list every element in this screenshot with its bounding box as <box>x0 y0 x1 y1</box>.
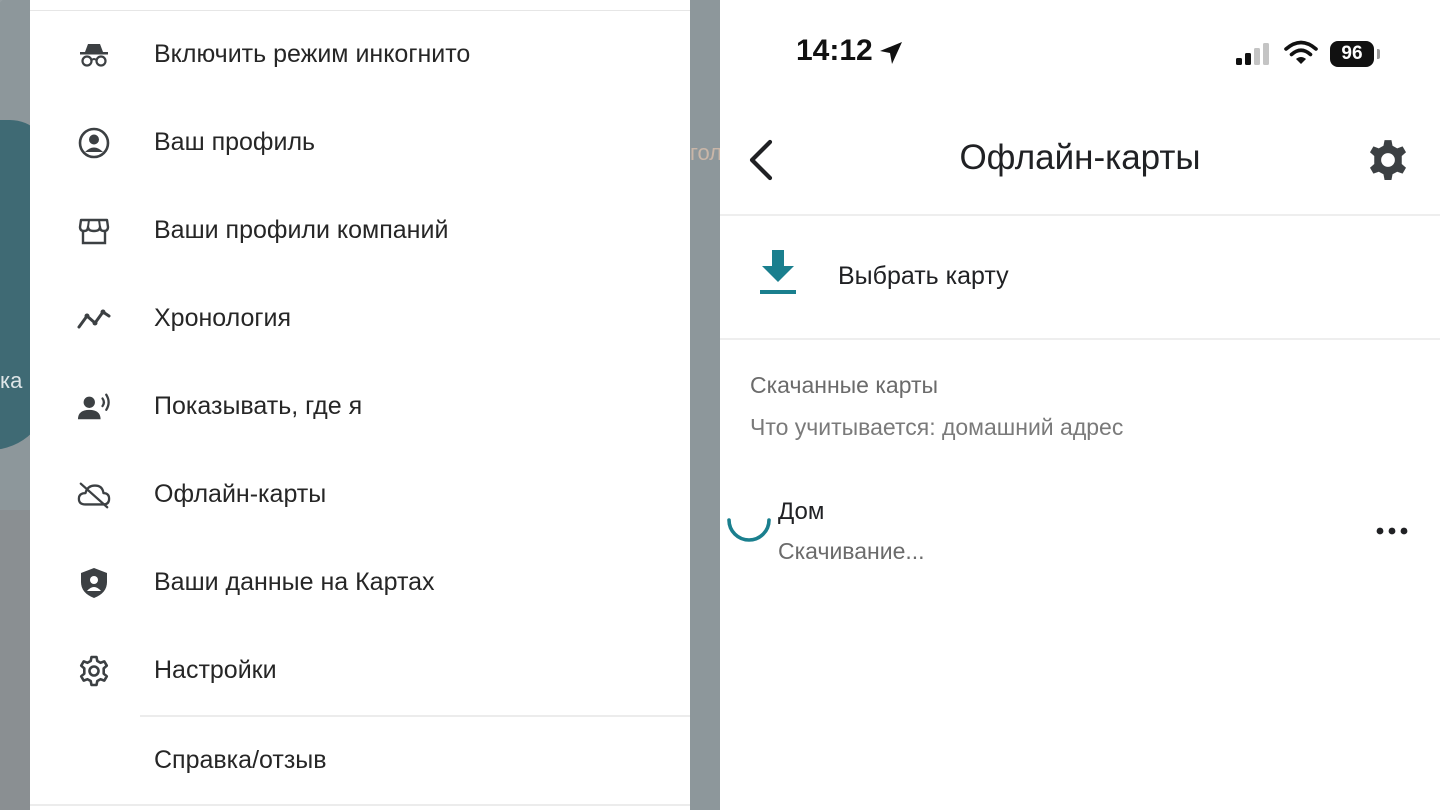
settings-button[interactable] <box>1366 138 1410 182</box>
timeline-icon <box>77 302 111 336</box>
menu-item-your-data[interactable]: Ваши данные на Картах <box>30 552 690 612</box>
more-options-button[interactable] <box>1370 516 1414 546</box>
left-panel: гол ка Включить режим инкогнито Ваш проф… <box>0 0 720 810</box>
battery-icon: 96 <box>1330 41 1374 67</box>
select-map-label: Выбрать карту <box>838 262 1009 290</box>
map-status: Скачивание... <box>778 538 925 564</box>
incognito-icon <box>77 38 111 72</box>
wifi-icon <box>1284 40 1318 71</box>
divider <box>720 338 1440 340</box>
menu-item-label: Показывать, где я <box>154 391 363 420</box>
select-map-button[interactable]: Выбрать карту <box>720 218 1440 336</box>
menu-item-timeline[interactable]: Хронология <box>30 288 690 348</box>
menu-item-label: Ваши профили компаний <box>154 215 449 244</box>
gear-icon <box>1366 140 1410 186</box>
menu-item-label: Ваши данные на Картах <box>154 567 435 596</box>
section-subtitle: Что учитывается: домашний адрес <box>750 414 1124 440</box>
battery-nub <box>1377 49 1380 59</box>
map-name: Дом <box>778 498 825 525</box>
menu-item-label: Хронология <box>154 303 292 332</box>
map-label: гол <box>690 140 720 165</box>
divider <box>30 804 690 806</box>
menu-item-label: Включить режим инкогнито <box>154 39 471 68</box>
page-title: Офлайн-карты <box>959 138 1201 177</box>
section-title: Скачанные карты <box>750 372 939 398</box>
menu-item-help-feedback[interactable]: Справка/отзыв <box>30 730 690 790</box>
menu-item-label: Настройки <box>154 655 277 684</box>
download-progress-spinner-icon <box>726 516 772 557</box>
cloud-off-icon <box>77 478 111 512</box>
downloaded-map-row[interactable]: Дом Скачивание... <box>720 490 1440 570</box>
menu-item-label: Справка/отзыв <box>154 745 327 774</box>
more-horizontal-icon <box>1370 527 1414 550</box>
menu-item-profile[interactable]: Ваш профиль <box>30 112 690 172</box>
divider <box>720 214 1440 216</box>
account-circle-icon <box>77 126 111 160</box>
location-sharing-icon <box>77 390 111 424</box>
navigation-drawer: Включить режим инкогнито Ваш профиль Ваш… <box>30 0 690 810</box>
menu-item-location-sharing[interactable]: Показывать, где я <box>30 376 690 436</box>
menu-item-offline-maps[interactable]: Офлайн-карты <box>30 464 690 524</box>
storefront-icon <box>77 214 111 248</box>
menu-item-incognito[interactable]: Включить режим инкогнито <box>30 24 690 84</box>
location-arrow-icon <box>878 40 904 71</box>
divider <box>30 10 690 11</box>
divider <box>140 715 690 717</box>
map-label: ка <box>0 368 23 393</box>
gear-icon <box>77 654 111 688</box>
menu-item-label: Ваш профиль <box>154 127 316 156</box>
menu-item-settings[interactable]: Настройки <box>30 640 690 700</box>
cellular-signal-icon <box>1235 42 1273 71</box>
status-time: 14:12 <box>796 34 873 67</box>
offline-maps-screen: 14:12 96 Офлайн-карты Выбрать карту Скач… <box>720 0 1440 810</box>
privacy-shield-icon <box>77 566 111 600</box>
battery-level: 96 <box>1341 43 1363 64</box>
menu-item-label: Офлайн-карты <box>154 479 327 508</box>
menu-item-business-profiles[interactable]: Ваши профили компаний <box>30 200 690 260</box>
download-icon <box>758 250 798 301</box>
